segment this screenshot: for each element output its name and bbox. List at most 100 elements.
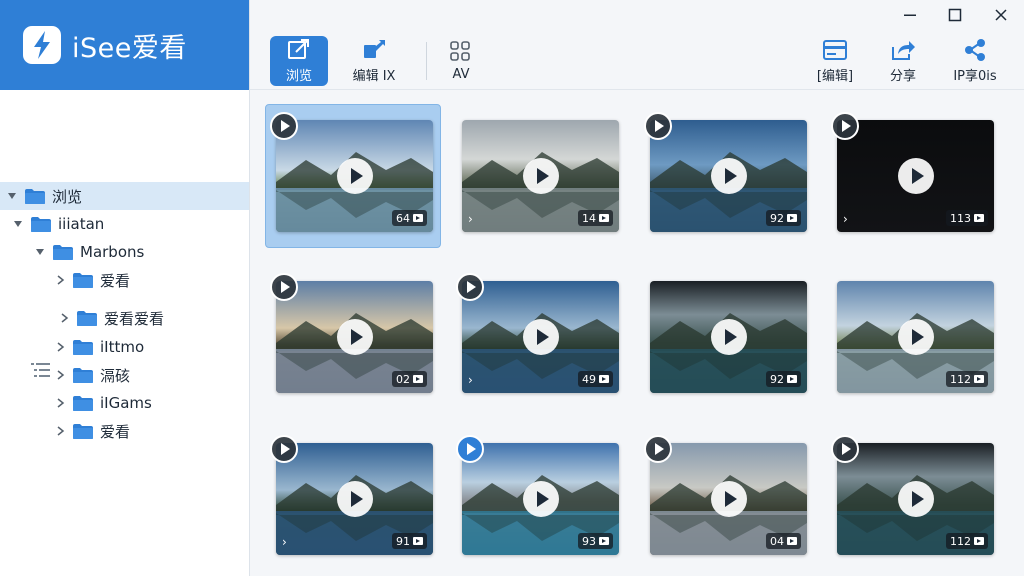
share-more-button[interactable]: IP享0is [944,36,1006,86]
video-thumbnail[interactable]: 14 › [462,120,619,232]
app-logo-icon [23,26,61,64]
duration-text: 113 [950,211,971,225]
tree-item-label: 爱看 [100,422,131,441]
tree-item[interactable]: 爱看 [0,417,249,445]
list-view-icon[interactable] [30,361,52,379]
tree-item-label: 爱看 [100,271,131,290]
tree-item[interactable]: iIGams [0,389,249,417]
folder-icon [73,395,93,411]
duration-text: 02 [396,372,410,386]
caret-right-icon[interactable] [54,397,66,409]
video-thumbnail[interactable]: 04 [650,443,807,555]
play-icon[interactable] [897,481,934,517]
caret-down-icon[interactable] [12,218,24,230]
play-icon[interactable] [522,319,559,355]
chevron-right-icon: › [843,212,848,226]
video-thumbnail[interactable]: 112 [837,443,994,555]
folder-icon [31,216,51,232]
av-icon [450,41,470,61]
video-thumbnail[interactable]: 93 [462,443,619,555]
app-brand: iSee爱看 [0,0,249,90]
tree-item-label: iiiatan [58,215,105,233]
edit-right-label: [编辑] [816,69,854,84]
play-icon[interactable] [897,319,934,355]
video-marker-icon [270,273,298,301]
caret-right-icon[interactable] [54,274,66,286]
play-icon[interactable] [710,319,747,355]
video-grid: 64 14 › 92 113 › 02 49 › 92 112 91 › 93 04 112 [250,90,1024,576]
folder-icon [73,339,93,355]
share-more-label: IP享0is [953,69,997,84]
app-name: iSee爱看 [72,32,187,64]
duration-text: 14 [582,211,596,225]
tree-item[interactable]: 爱看爱看 [0,304,249,332]
play-icon[interactable] [897,158,934,194]
video-thumbnail[interactable]: 02 [276,281,433,393]
edit-label: 编辑 IX [352,69,396,84]
duration-badge: 02 [392,371,427,387]
video-thumbnail[interactable]: 92 [650,120,807,232]
caret-right-icon[interactable] [58,312,70,324]
video-thumbnail[interactable]: 49 › [462,281,619,393]
folder-icon [73,272,93,288]
share-icon [892,41,915,60]
video-marker-icon [456,435,484,463]
caret-right-icon[interactable] [54,369,66,381]
duration-badge: 112 [946,371,988,387]
caret-right-icon[interactable] [54,425,66,437]
tree-item-label: 浏览 [52,187,83,206]
toolbar-separator [426,42,427,80]
close-button[interactable] [986,4,1016,26]
minimize-button[interactable] [895,4,925,26]
tree-item[interactable]: iIttmo [0,333,249,361]
play-icon[interactable] [710,481,747,517]
caret-right-icon[interactable] [54,341,66,353]
video-thumbnail[interactable]: 113 › [837,120,994,232]
chevron-right-icon: › [468,212,473,226]
video-type-icon [599,537,609,545]
video-thumbnail[interactable]: 91 › [276,443,433,555]
video-thumbnail[interactable]: 64 [276,120,433,232]
av-button[interactable]: AV [436,36,486,86]
duration-text: 112 [950,372,971,386]
video-marker-icon [644,435,672,463]
play-icon[interactable] [522,481,559,517]
video-type-icon [413,214,423,222]
card-icon [823,40,847,60]
folder-icon [73,423,93,439]
video-type-icon [787,537,797,545]
browse-button[interactable]: 浏览 [270,36,328,86]
tree-item[interactable]: Marbons [0,238,249,266]
chevron-right-icon: › [282,535,287,549]
share-button[interactable]: 分享 [878,36,928,86]
play-icon[interactable] [522,158,559,194]
duration-text: 91 [396,534,410,548]
duration-text: 04 [770,534,784,548]
duration-badge: 93 [578,533,613,549]
play-icon[interactable] [336,158,373,194]
sidebar: iSee爱看 浏览 iiiatan Marbons 爱看 爱看爱看 iIttmo 滆硋 iIG… [0,0,250,576]
duration-badge: 112 [946,533,988,549]
play-icon[interactable] [336,319,373,355]
duration-badge: 49 [578,371,613,387]
caret-down-icon[interactable] [6,190,18,202]
video-type-icon [974,537,984,545]
tree-item[interactable]: 浏览 [0,182,249,210]
tree-item[interactable]: iiiatan [0,210,249,238]
video-thumbnail[interactable]: 92 [650,281,807,393]
toolbar: 浏览 编辑 IX AV [编辑] 分享 IP享0is [250,32,1024,90]
video-type-icon [974,375,984,383]
video-thumbnail[interactable]: 112 [837,281,994,393]
play-icon[interactable] [336,481,373,517]
tree-item[interactable]: 爱看 [0,266,249,294]
duration-text: 112 [950,534,971,548]
edit-right-button[interactable]: [编辑] [808,36,862,86]
caret-down-icon[interactable] [34,246,46,258]
video-type-icon [787,375,797,383]
play-icon[interactable] [710,158,747,194]
tree-item-label: 爱看爱看 [104,309,165,328]
maximize-button[interactable] [940,4,970,26]
folder-icon [25,188,45,204]
edit-button[interactable]: 编辑 IX [342,36,406,86]
video-marker-icon [270,435,298,463]
